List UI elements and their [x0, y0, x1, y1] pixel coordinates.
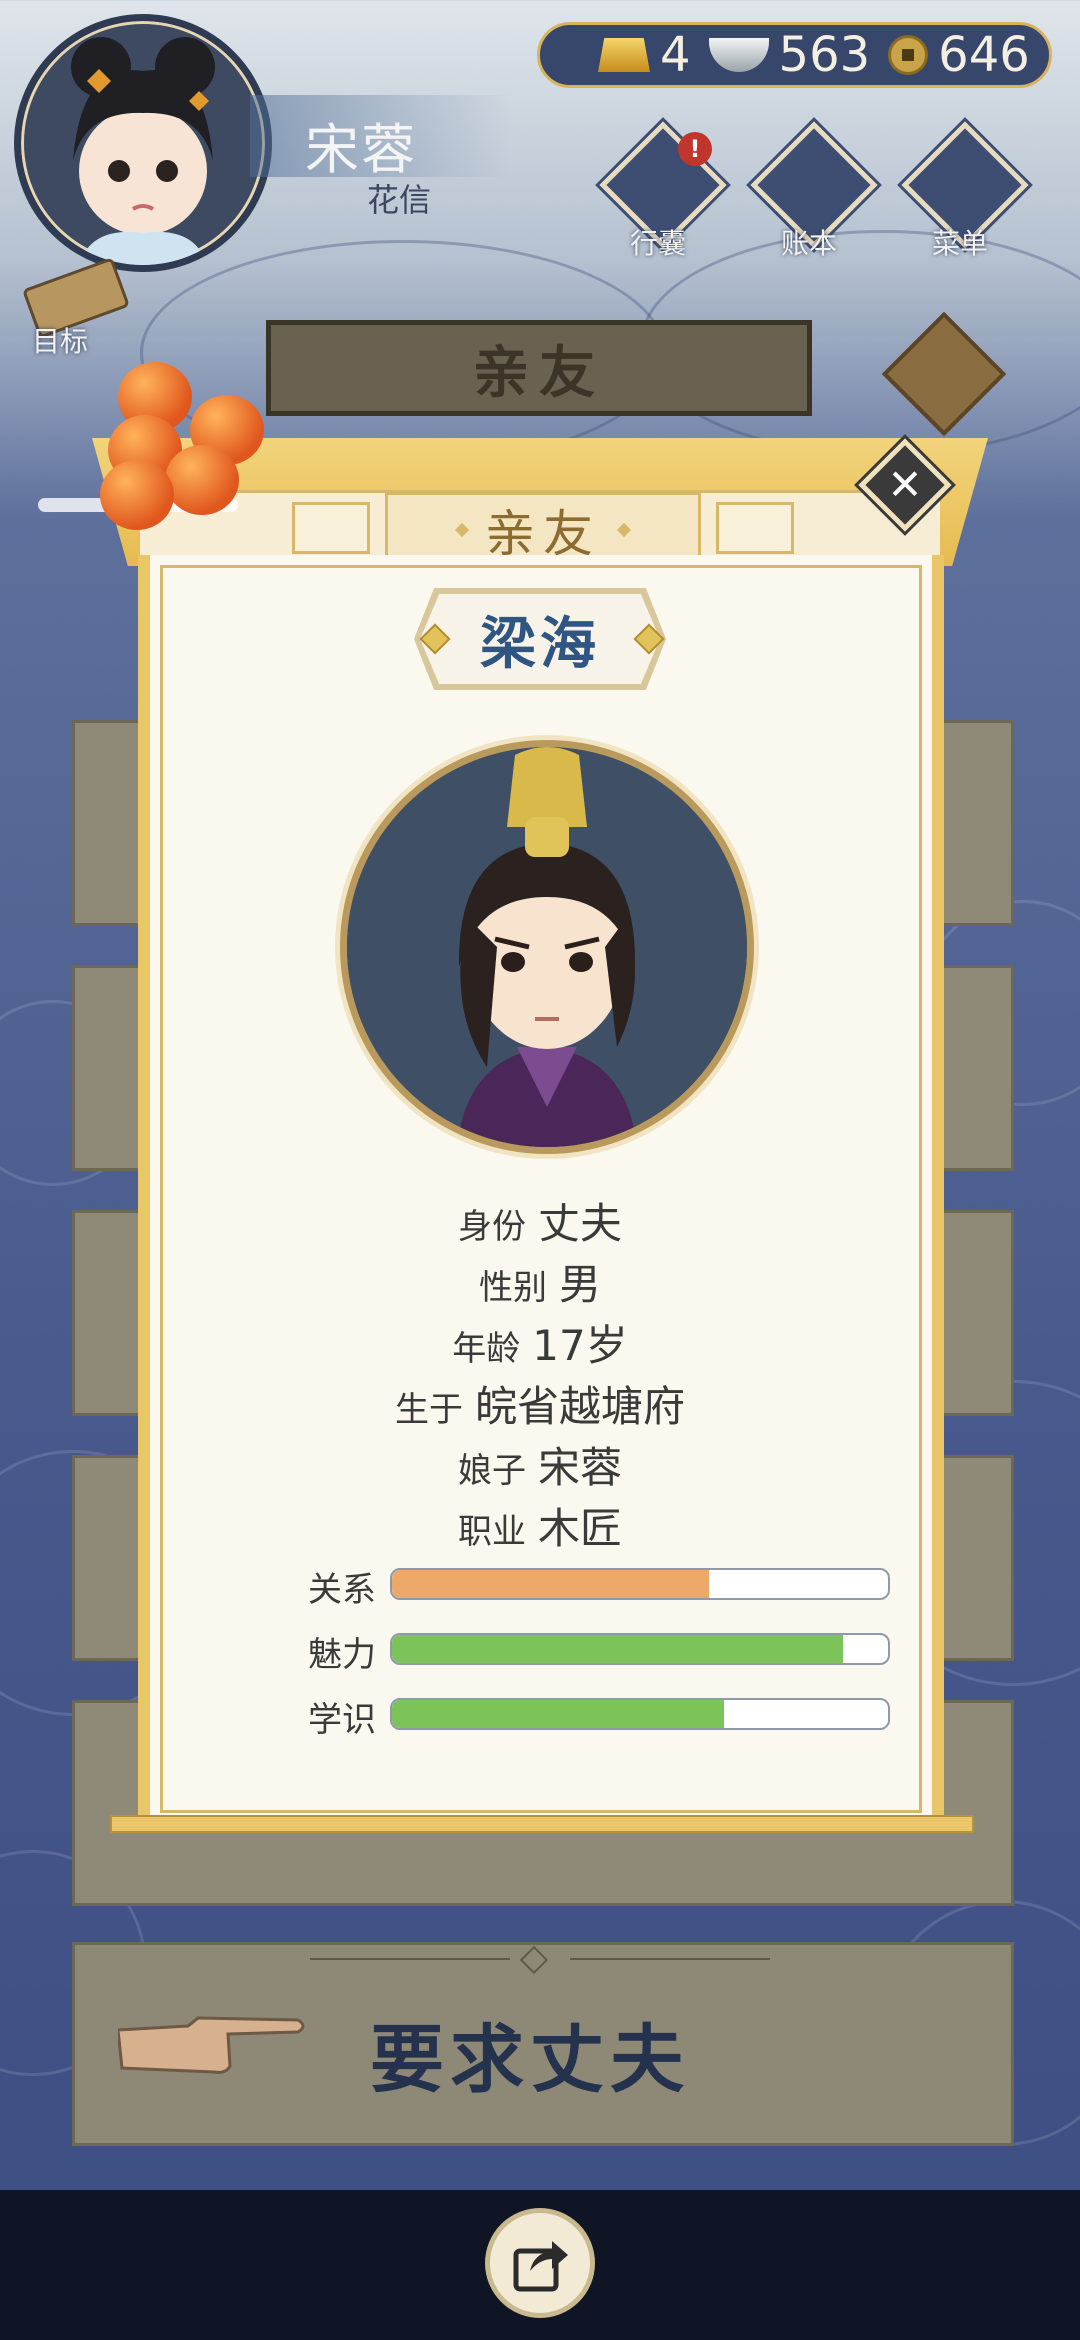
info-value: 宋蓉	[537, 1443, 622, 1492]
background-title: 亲友	[473, 340, 605, 406]
copper-count: 646	[938, 27, 1030, 83]
info-value: 男	[558, 1260, 601, 1309]
info-label: 娘子	[457, 1451, 526, 1491]
alert-badge: !	[678, 132, 712, 166]
currency-bar: 4 563 646	[537, 22, 1052, 88]
info-label: 年龄	[452, 1329, 521, 1369]
stat-label-knowledge: 学识	[308, 1700, 376, 1740]
bag-label: 行囊	[629, 227, 686, 260]
tab-dot	[454, 522, 470, 538]
divider-line	[310, 1958, 510, 1960]
header-ornament	[292, 502, 370, 554]
name-plate: 梁海	[420, 594, 660, 684]
info-label: 身份	[457, 1207, 526, 1247]
stat-bar-charm	[390, 1633, 890, 1665]
info-value: 皖省越塘府	[474, 1382, 685, 1431]
info-value: 17岁	[532, 1321, 628, 1370]
info-row-occupation: 职业 木匠	[0, 1495, 1080, 1556]
header-ornament	[716, 502, 794, 554]
info-label: 生于	[394, 1390, 463, 1430]
character-name: 梁海	[480, 611, 600, 677]
pointing-hand-icon	[116, 2008, 308, 2078]
stat-bar-relation	[390, 1568, 890, 1600]
info-row-identity: 身份 丈夫	[0, 1190, 1080, 1251]
menu-label: 菜单	[931, 227, 988, 260]
info-label: 性别	[478, 1268, 547, 1308]
silver-count: 563	[778, 27, 871, 83]
stat-fill	[392, 1700, 725, 1728]
goal-label[interactable]: 目标	[32, 320, 88, 360]
ledger-label: 账本	[780, 227, 837, 260]
stat-fill	[392, 1570, 710, 1598]
silver-ingot-icon	[708, 38, 769, 72]
stat-label-charm: 魅力	[308, 1635, 376, 1675]
gold-count: 4	[660, 27, 691, 83]
share-button[interactable]	[485, 2208, 595, 2318]
info-row-age: 年龄 17岁	[0, 1312, 1080, 1373]
stat-fill	[392, 1635, 844, 1663]
info-value: 木匠	[537, 1504, 622, 1553]
info-row-gender: 性别男	[0, 1251, 1080, 1312]
bag-button[interactable]: ! 行囊	[599, 121, 727, 260]
background-title-banner: 亲友	[266, 320, 812, 416]
character-portrait	[340, 740, 754, 1154]
close-icon[interactable]: ✕	[872, 452, 938, 518]
ledger-button[interactable]: 账本	[750, 121, 878, 260]
menu-button[interactable]: 菜单	[901, 121, 1029, 260]
share-icon	[513, 2241, 568, 2292]
stat-bar-knowledge	[390, 1698, 890, 1730]
request-husband-label[interactable]: 要求丈夫	[370, 2000, 690, 2107]
player-avatar[interactable]	[14, 14, 272, 272]
copper-coin-icon	[888, 35, 929, 75]
tab-dot	[616, 522, 632, 538]
info-row-wife: 娘子 宋蓉	[0, 1434, 1080, 1495]
info-value: 丈夫	[537, 1199, 622, 1248]
info-row-birthplace: 生于 皖省越塘府	[0, 1373, 1080, 1434]
divider-line	[570, 1958, 770, 1960]
player-title: 花信	[367, 181, 432, 219]
info-label: 职业	[457, 1512, 526, 1552]
player-name: 宋蓉	[305, 118, 417, 181]
stat-label-relation: 关系	[308, 1570, 376, 1610]
modal-bottom-roll	[110, 1815, 974, 1833]
gold-bar-icon	[598, 38, 650, 72]
